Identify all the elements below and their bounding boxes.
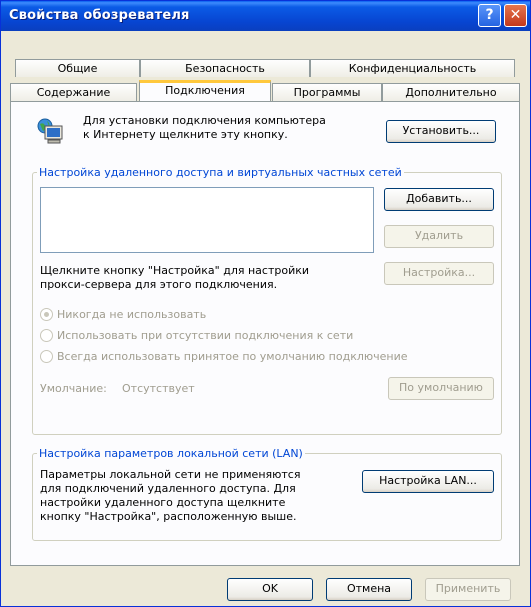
settings-button[interactable]: Настройка... — [384, 262, 494, 285]
ok-button[interactable]: OK — [227, 578, 313, 601]
tab-advanced[interactable]: Дополнительно — [382, 83, 520, 101]
tab-content[interactable]: Содержание — [10, 83, 137, 101]
tab-programs[interactable]: Программы — [272, 83, 382, 101]
tab-security[interactable]: Безопасность — [140, 59, 310, 77]
radio-always-dial-default[interactable] — [40, 350, 53, 363]
title-bar[interactable]: Свойства обозревателя ? ✕ — [1, 1, 530, 31]
proxy-text-line1: Щелкните кнопку "Настройка" для настройк… — [40, 264, 310, 277]
lan-settings-button[interactable]: Настройка LAN... — [362, 470, 494, 493]
lan-text-line4: кнопку "Настройка", расположенную выше. — [40, 510, 297, 523]
help-button[interactable]: ? — [478, 4, 501, 27]
tab-general[interactable]: Общие — [15, 59, 140, 77]
connections-list[interactable] — [40, 187, 374, 253]
lan-text-line1: Параметры локальной сети не применяются — [40, 468, 301, 481]
tab-privacy[interactable]: Конфиденциальность — [310, 59, 515, 77]
set-default-button[interactable]: По умолчанию — [388, 377, 494, 400]
default-value: Отсутствует — [122, 382, 195, 395]
close-icon: ✕ — [509, 7, 522, 23]
close-button[interactable]: ✕ — [504, 4, 527, 27]
window-title: Свойства обозревателя — [9, 8, 190, 23]
connections-panel: Для установки подключения компьютера к И… — [10, 101, 520, 566]
tab-connections[interactable]: Подключения — [139, 80, 271, 101]
lan-text-line3: настройки удаленного доступа щелкните — [40, 496, 286, 509]
radio-dial-when-no-network[interactable] — [40, 329, 53, 342]
cancel-button[interactable]: Отмена — [326, 578, 412, 601]
help-icon: ? — [485, 7, 494, 23]
setup-button[interactable]: Установить... — [386, 120, 496, 143]
radio-never-dial[interactable] — [40, 308, 53, 321]
apply-button[interactable]: Применить — [425, 578, 511, 601]
default-label: Умолчание: — [40, 382, 107, 395]
lan-text-line2: для подключений удаленного доступа. Для — [40, 482, 296, 495]
setup-text-line2: к Интернету щелкните эту кнопку. — [83, 128, 288, 141]
remove-button[interactable]: Удалить — [384, 225, 494, 248]
radio-never-dial-label: Никогда не использовать — [57, 308, 207, 321]
network-connection-icon — [37, 118, 63, 144]
setup-text-line1: Для установки подключения компьютера — [83, 114, 326, 127]
radio-always-dial-default-label: Всегда использовать принятое по умолчани… — [57, 350, 408, 363]
internet-options-window: Свойства обозревателя ? ✕ Общие Безопасн… — [0, 0, 531, 607]
dialup-group-legend: Настройка удаленного доступа и виртуальн… — [37, 166, 404, 179]
lan-group-legend: Настройка параметров локальной сети (LAN… — [37, 447, 305, 460]
radio-dial-when-no-network-label: Использовать при отсутствии подключения … — [57, 329, 354, 342]
proxy-text-line2: прокси-сервера для этого подключения. — [40, 278, 278, 291]
add-button[interactable]: Добавить... — [384, 188, 494, 211]
